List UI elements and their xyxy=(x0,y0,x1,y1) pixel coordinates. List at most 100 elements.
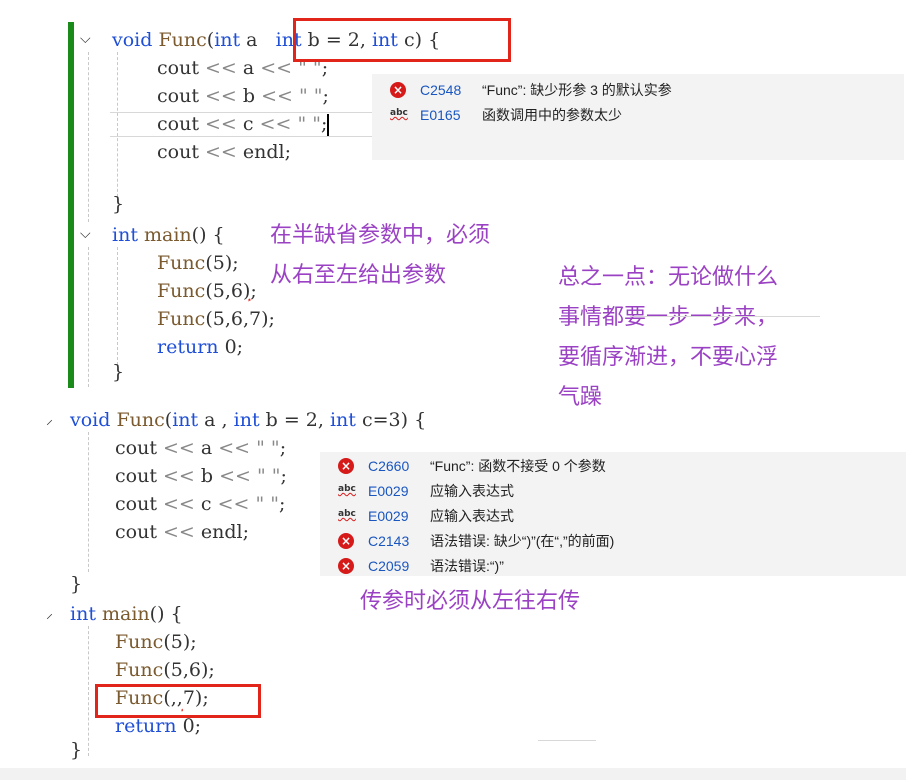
error-icon: × xyxy=(338,458,354,474)
code-token: main xyxy=(102,603,150,625)
code-line[interactable]: Func(5); xyxy=(157,249,239,277)
diagnostic-code-link[interactable]: E0165 xyxy=(420,107,472,123)
code-token: return xyxy=(157,336,225,358)
code-token: 0; xyxy=(182,715,202,737)
code-token: c=3) { xyxy=(355,409,427,431)
code-line[interactable]: cout << endl; xyxy=(157,138,291,166)
code-line[interactable]: Func(5,6); xyxy=(115,656,215,684)
code-token: a xyxy=(194,437,219,459)
code-token: Func xyxy=(115,659,164,681)
code-line[interactable]: void Func(int a , int b = 2, int c=3) { xyxy=(70,406,426,434)
fold-marker-icon[interactable]: ⸝ xyxy=(46,410,53,429)
code-token: ; xyxy=(250,280,257,302)
code-line[interactable]: } xyxy=(112,190,124,218)
diagnostic-message: 应输入表达式 xyxy=(430,483,514,499)
code-line[interactable]: Func(5,6); xyxy=(157,277,257,305)
code-token: (5); xyxy=(163,631,197,653)
code-token: " " xyxy=(298,85,323,107)
diagnostic-code-link[interactable]: E0029 xyxy=(368,483,420,499)
error-icon: × xyxy=(338,533,354,549)
code-token: main xyxy=(144,224,192,246)
divider xyxy=(538,740,596,741)
diagnostic-row[interactable]: abc E0165 函数调用中的参数太少 xyxy=(390,103,622,127)
diagnostic-row[interactable]: × C2059 语法错误:“)” xyxy=(338,554,504,576)
code-token: (5); xyxy=(205,252,239,274)
diagnostic-code-link[interactable]: C2143 xyxy=(368,533,420,549)
spelling-icon: abc xyxy=(338,484,356,494)
code-line[interactable]: cout << b << " "; xyxy=(157,82,329,110)
diagnostic-code-link[interactable]: C2059 xyxy=(368,558,420,574)
code-token: endl; xyxy=(194,521,250,543)
code-token: << xyxy=(259,113,292,135)
diagnostic-row[interactable]: abc E0029 应输入表达式 xyxy=(338,479,514,503)
code-token: " " xyxy=(256,437,280,459)
code-token: << xyxy=(217,493,250,515)
diagnostic-code-link[interactable]: C2660 xyxy=(368,458,420,474)
code-token: int xyxy=(233,409,260,431)
code-token: a , xyxy=(198,409,234,431)
diagnostic-message: 应输入表达式 xyxy=(430,508,514,524)
code-line[interactable]: Func(5,6,7); xyxy=(157,305,275,333)
diagnostic-row[interactable]: abc E0029 应输入表达式 xyxy=(338,504,514,528)
fold-chevron-icon[interactable]: ⌵ xyxy=(80,31,91,47)
code-token: cout xyxy=(157,85,205,107)
code-line[interactable]: int main() { xyxy=(70,600,183,628)
code-token: cout xyxy=(157,141,205,163)
change-indicator-bar xyxy=(68,22,74,388)
annotation-text: 从右至左给出参数 xyxy=(270,263,447,288)
code-token: return xyxy=(115,715,183,737)
code-token: 0; xyxy=(224,336,244,358)
code-token: void xyxy=(112,29,159,51)
code-line[interactable]: int main() { xyxy=(112,221,225,249)
code-line[interactable]: cout << c << " "; xyxy=(157,110,330,138)
code-token: a xyxy=(240,29,264,51)
current-line-outline xyxy=(110,136,372,137)
code-token: Func xyxy=(116,409,165,431)
code-line[interactable]: cout << c << " "; xyxy=(115,490,285,518)
spelling-icon: abc xyxy=(338,509,356,519)
code-line[interactable]: } xyxy=(70,736,82,764)
diagnostic-row[interactable]: × C2660 “Func”: 函数不接受 0 个参数 xyxy=(338,454,606,478)
code-token: ; xyxy=(279,437,287,459)
code-line[interactable]: return 0; xyxy=(157,333,243,361)
code-line[interactable]: cout << endl; xyxy=(115,518,249,546)
code-token: << xyxy=(260,57,293,79)
diagnostic-message: “Func”: 缺少形参 3 的默认实参 xyxy=(482,82,672,98)
code-line[interactable]: } xyxy=(70,570,82,598)
code-token: << xyxy=(163,437,195,459)
code-token: b = 2, xyxy=(259,409,330,431)
code-token: cout xyxy=(115,437,163,459)
diagnostic-code-link[interactable]: C2548 xyxy=(420,82,472,98)
code-line[interactable]: cout << b << " "; xyxy=(115,462,287,490)
code-token: (5,6 xyxy=(205,280,243,302)
code-line[interactable]: } xyxy=(112,358,124,386)
indent-guide xyxy=(88,247,89,387)
code-token: () { xyxy=(149,603,183,625)
diagnostic-row[interactable]: × C2143 语法错误: 缺少“)”(在“,”的前面) xyxy=(338,529,614,553)
code-token: ; xyxy=(280,465,287,487)
divider xyxy=(630,316,820,317)
error-icon: × xyxy=(338,558,354,574)
code-line[interactable]: cout << a << " "; xyxy=(115,434,286,462)
error-tooltip-bottom: × C2660 “Func”: 函数不接受 0 个参数 abc E0029 应输入表达式 a… xyxy=(320,452,906,576)
code-token: Func xyxy=(158,29,207,51)
diagnostic-message: 语法错误: 缺少“)”(在“,”的前面) xyxy=(430,533,615,549)
code-token: (5,6,7); xyxy=(205,308,275,330)
code-token: Func xyxy=(157,252,206,274)
highlight-box-params xyxy=(293,18,511,62)
fold-chevron-icon[interactable]: ⌵ xyxy=(80,226,91,242)
code-token: int xyxy=(329,409,356,431)
code-token: b xyxy=(194,465,220,487)
code-token: cout xyxy=(115,465,163,487)
fold-marker-icon[interactable]: ⸝ xyxy=(46,604,53,623)
code-token: int xyxy=(70,603,102,625)
code-token: } xyxy=(70,573,83,595)
diagnostic-row[interactable]: × C2548 “Func”: 缺少形参 3 的默认实参 xyxy=(390,78,672,102)
diagnostic-message: “Func”: 函数不接受 0 个参数 xyxy=(430,458,606,474)
code-token: int xyxy=(112,224,144,246)
code-token: void xyxy=(70,409,117,431)
code-token: Func xyxy=(157,280,206,302)
diagnostic-code-link[interactable]: E0029 xyxy=(368,508,420,524)
current-line-outline xyxy=(110,112,372,113)
code-line[interactable]: Func(5); xyxy=(115,628,197,656)
